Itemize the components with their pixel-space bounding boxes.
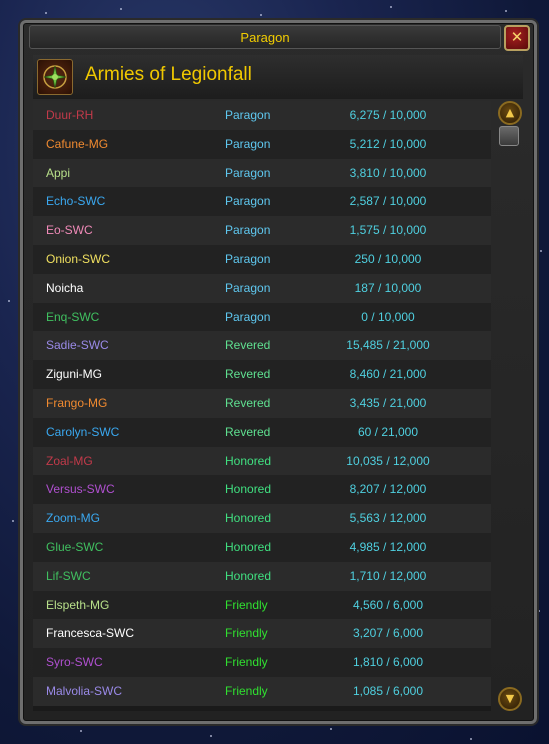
character-name: Syro-SWC xyxy=(46,655,103,670)
reputation-progress: 3,810 / 10,000 xyxy=(349,165,427,180)
reputation-progress: 4,560 / 6,000 xyxy=(352,597,424,612)
list-item[interactable]: Elspeth-MG Friendly 4,560 / 6,000 xyxy=(33,590,491,620)
character-name: Elspeth-MG xyxy=(46,597,110,612)
list-item[interactable]: Enq-SWC Paragon 0 / 10,000 xyxy=(33,302,491,332)
standing-label: Friendly xyxy=(225,683,268,698)
character-name: Francesca-SWC xyxy=(46,626,135,641)
scroll-up-button[interactable]: ▲ xyxy=(498,101,522,125)
standing-label: Honored xyxy=(225,568,272,583)
list-item[interactable]: Noicha Paragon 187 / 10,000 xyxy=(33,273,491,303)
list-item[interactable]: Cafune-MG Paragon 5,212 / 10,000 xyxy=(33,129,491,159)
reputation-progress: 1,085 / 6,000 xyxy=(352,683,424,698)
reputation-progress: 250 / 10,000 xyxy=(354,251,422,266)
list-item[interactable]: Malvolia-SWC Friendly 1,085 / 6,000 xyxy=(33,676,491,706)
reputation-list: Duur-RH Paragon 6,275 / 10,000 Cafune-MG Par… xyxy=(33,101,491,711)
standing-label: Paragon xyxy=(225,251,271,266)
list-item[interactable]: Onion-SWC Paragon 250 / 10,000 xyxy=(33,244,491,274)
reputation-progress: 10,035 / 12,000 xyxy=(346,453,430,468)
character-name: Ziguni-MG xyxy=(46,367,103,382)
list-item[interactable]: Frango-MG Revered 3,435 / 21,000 xyxy=(33,388,491,418)
character-name: Cafune-MG xyxy=(46,136,109,151)
scroll-thumb[interactable] xyxy=(499,126,519,146)
close-button[interactable]: ✕ xyxy=(504,25,530,51)
standing-label: Paragon xyxy=(225,108,271,122)
reputation-progress: 5,563 / 12,000 xyxy=(349,511,427,526)
reputation-progress: 8,207 / 12,000 xyxy=(349,482,427,497)
character-name: Zoom-MG xyxy=(46,511,100,526)
standing-label: Paragon xyxy=(225,309,271,324)
reputation-progress: 8,460 / 21,000 xyxy=(349,367,427,382)
character-name: Eo-SWC xyxy=(46,223,93,238)
list-item[interactable]: Syro-SWC Friendly 1,810 / 6,000 xyxy=(33,648,491,677)
list-item[interactable]: Glue-SWC Honored 4,985 / 12,000 xyxy=(33,532,491,562)
reputation-progress: 187 / 10,000 xyxy=(354,280,422,295)
standing-label: Honored xyxy=(225,511,272,526)
list-item[interactable]: Eo-SWC Paragon 1,575 / 10,000 xyxy=(33,216,491,245)
character-name: Frango-MG xyxy=(46,395,108,410)
standing-label: Honored xyxy=(225,482,272,497)
list-item[interactable]: Versus-SWC Honored 8,207 / 12,000 xyxy=(33,475,491,505)
scroll-down-icon: ▼ xyxy=(505,692,515,705)
list-item[interactable]: Francesca-SWC Friendly 3,207 / 6,000 xyxy=(33,619,491,649)
character-name: Glue-SWC xyxy=(46,539,104,554)
character-name: Onion-SWC xyxy=(46,251,111,266)
standing-label: Friendly xyxy=(225,655,268,670)
list-item[interactable]: Duur-RH Paragon 6,275 / 10,000 xyxy=(33,101,491,130)
list-item[interactable]: Zoal-MG Honored 10,035 / 12,000 xyxy=(33,446,491,476)
scroll-up-icon: ▲ xyxy=(505,106,515,119)
reputation-progress: 5,212 / 10,000 xyxy=(349,136,427,151)
standing-label: Revered xyxy=(225,424,271,439)
reputation-progress: 1,710 / 12,000 xyxy=(349,568,427,583)
close-icon: ✕ xyxy=(510,28,524,46)
scrollbar[interactable]: ▲ ▼ xyxy=(497,101,522,711)
reputation-progress: 3,435 / 21,000 xyxy=(349,395,427,410)
character-name: Appi xyxy=(46,165,71,180)
standing-label: Revered xyxy=(225,338,271,353)
reputation-progress: 2,587 / 10,000 xyxy=(349,194,427,209)
character-name: Carolyn-SWC xyxy=(46,424,120,439)
standing-label: Revered xyxy=(225,395,271,410)
list-item[interactable]: Echo-SWC Paragon 2,587 / 10,000 xyxy=(33,187,491,217)
window-titlebar[interactable]: Paragon xyxy=(29,25,501,49)
character-name: Malvolia-SWC xyxy=(46,683,123,698)
faction-name: Armies of Legionfall xyxy=(85,64,252,85)
reputation-progress: 1,810 / 6,000 xyxy=(352,655,424,670)
list-item[interactable]: Lif-SWC Honored 1,710 / 12,000 xyxy=(33,561,491,591)
character-name: Enq-SWC xyxy=(46,309,100,324)
legionfall-emblem-icon xyxy=(37,59,73,95)
standing-label: Friendly xyxy=(225,626,268,641)
reputation-progress: 0 / 10,000 xyxy=(361,309,415,324)
reputation-progress: 1,575 / 10,000 xyxy=(349,223,427,238)
faction-header: Armies of Legionfall xyxy=(33,55,523,99)
character-name: Versus-SWC xyxy=(46,482,115,497)
list-item[interactable]: Sadie-SWC Revered 15,485 / 21,000 xyxy=(33,331,491,361)
standing-label: Revered xyxy=(225,367,271,382)
reputation-progress: 60 / 21,000 xyxy=(357,424,419,439)
reputation-progress: 4,985 / 12,000 xyxy=(349,539,427,554)
character-name: Lif-SWC xyxy=(46,568,91,583)
reputation-progress: 3,207 / 6,000 xyxy=(352,626,424,641)
standing-label: Paragon xyxy=(225,223,271,238)
standing-label: Paragon xyxy=(225,165,271,180)
character-name: Sadie-SWC xyxy=(46,338,109,353)
standing-label: Honored xyxy=(225,453,272,468)
list-item[interactable]: Ziguni-MG Revered 8,460 / 21,000 xyxy=(33,360,491,389)
standing-label: Paragon xyxy=(225,280,271,295)
list-item[interactable]: Zoom-MG Honored 5,563 / 12,000 xyxy=(33,504,491,533)
reputation-progress: 6,275 / 10,000 xyxy=(349,108,427,122)
paragon-window: Paragon ✕ Armies of Legionfall Duur-RH Pa… xyxy=(20,20,537,724)
list-item[interactable]: Appi Paragon 3,810 / 10,000 xyxy=(33,158,491,188)
window-title: Paragon xyxy=(240,29,290,45)
standing-label: Friendly xyxy=(225,597,268,612)
standing-label: Paragon xyxy=(225,136,271,151)
standing-label: Honored xyxy=(225,539,272,554)
standing-label: Paragon xyxy=(225,194,271,209)
character-name: Noicha xyxy=(46,280,84,295)
character-name: Duur-RH xyxy=(46,108,94,122)
list-item[interactable]: Carolyn-SWC Revered 60 / 21,000 xyxy=(33,417,491,447)
scroll-down-button[interactable]: ▼ xyxy=(498,687,522,711)
character-name: Echo-SWC xyxy=(46,194,106,209)
character-name: Zoal-MG xyxy=(46,453,93,468)
reputation-progress: 15,485 / 21,000 xyxy=(346,338,430,353)
